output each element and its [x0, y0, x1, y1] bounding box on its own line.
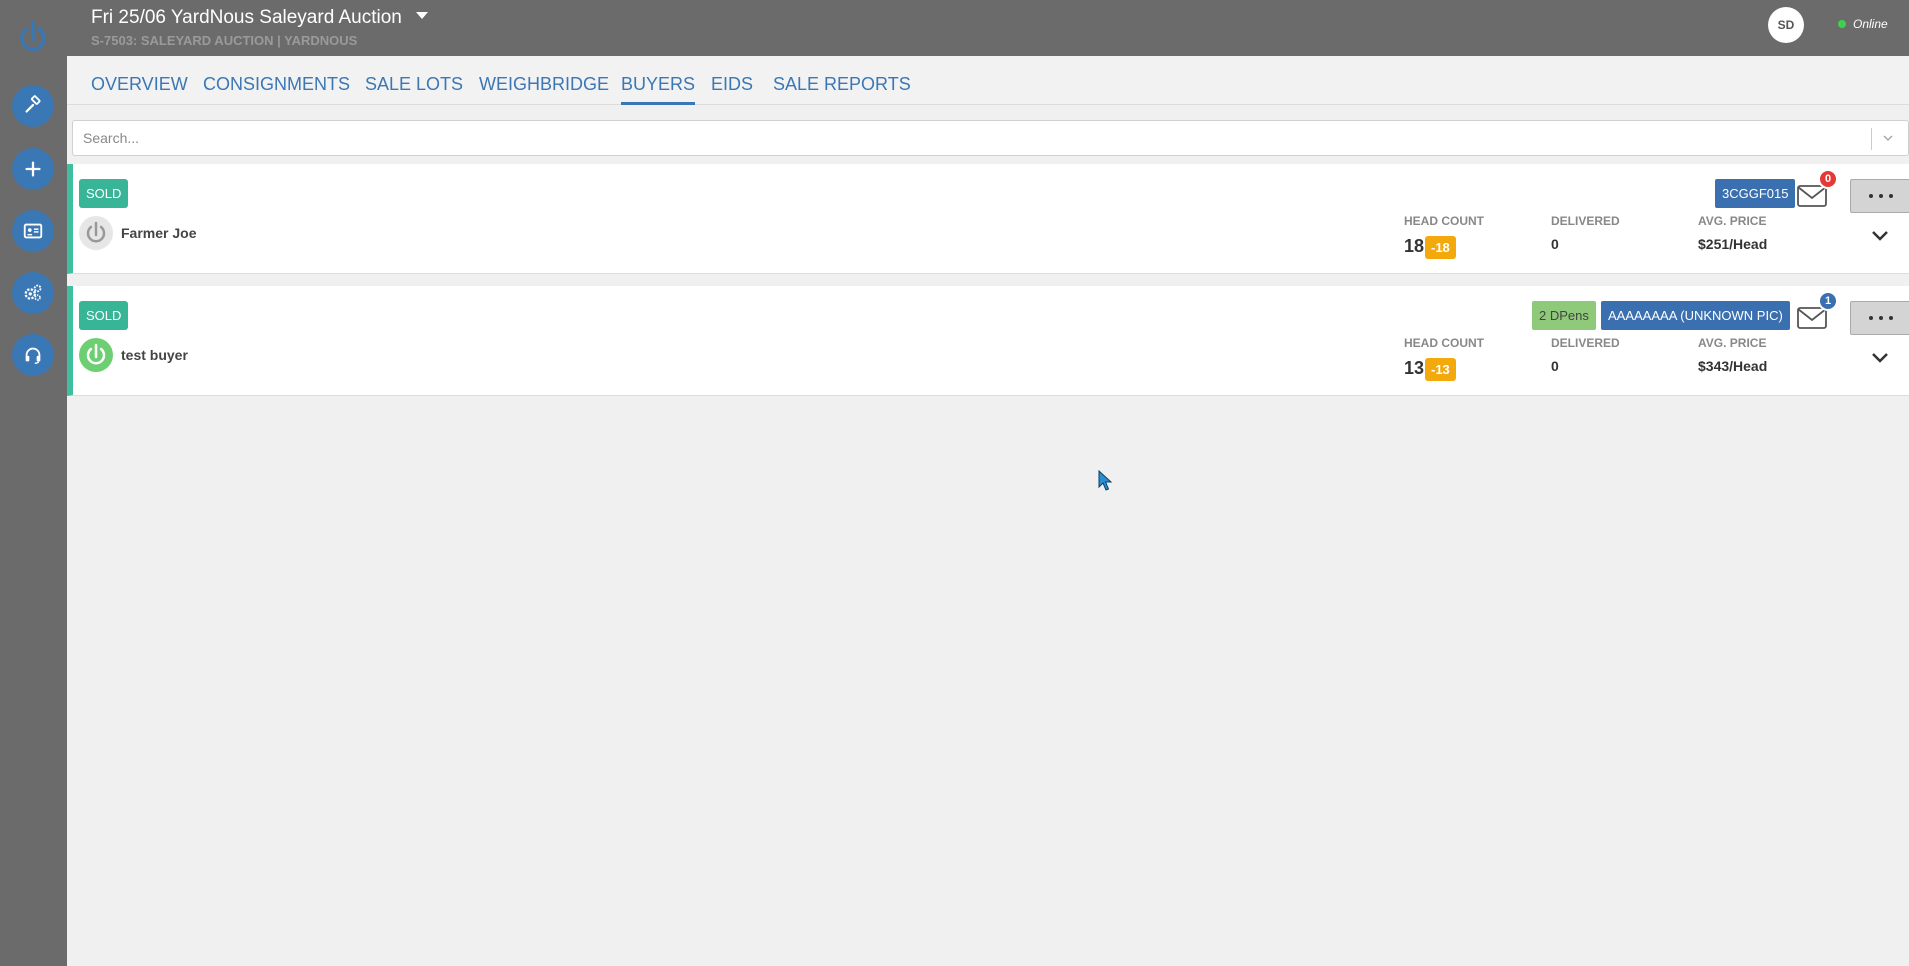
- sidebar: [0, 0, 67, 966]
- buyer-card[interactable]: SOLD test buyer HEAD COUNT 13 -13 DELIVE…: [67, 286, 1909, 396]
- sidebar-item-settings[interactable]: [12, 272, 54, 314]
- sidebar-item-add[interactable]: [12, 148, 54, 190]
- gavel-icon: [25, 95, 41, 113]
- power-logo-icon: [86, 343, 106, 365]
- head-count-value: 18: [1404, 236, 1425, 256]
- tab-buyers[interactable]: BUYERS: [621, 74, 696, 105]
- delivered-label: DELIVERED: [1551, 336, 1620, 350]
- head-count-value: 13: [1404, 358, 1425, 378]
- buyer-avatar: [79, 338, 113, 372]
- delivered-value: 0: [1551, 358, 1559, 374]
- connection-status: Online: [1838, 17, 1888, 31]
- tab-sale-lots[interactable]: SALE LOTS: [365, 74, 463, 102]
- sidebar-item-contacts[interactable]: [12, 210, 54, 252]
- more-actions-button[interactable]: [1850, 301, 1909, 335]
- pic-tag[interactable]: 3CGGF015: [1715, 179, 1796, 208]
- avg-price-value: $343/Head: [1698, 358, 1768, 374]
- delivered-value: 0: [1551, 236, 1559, 252]
- head-count-delta-badge: -13: [1425, 358, 1456, 381]
- user-avatar[interactable]: SD: [1768, 7, 1804, 43]
- sale-subtitle: S-7503: SALEYARD AUCTION | YARDNOUS: [91, 33, 358, 48]
- headset-icon: [25, 347, 41, 364]
- plus-icon: [25, 161, 41, 177]
- connection-status-label: Online: [1853, 17, 1888, 31]
- dot-icon: [1878, 194, 1883, 198]
- buyer-card[interactable]: SOLD Farmer Joe HEAD COUNT 18 -18 DELIVE…: [67, 164, 1909, 274]
- avg-price-label: AVG. PRICE: [1698, 336, 1767, 350]
- sidebar-item-auction[interactable]: [12, 85, 54, 127]
- dot-icon: [1868, 194, 1873, 198]
- avg-price-label: AVG. PRICE: [1698, 214, 1767, 228]
- gears-icon: [24, 284, 42, 301]
- buyer-avatar: [79, 216, 113, 250]
- buyer-name[interactable]: Farmer Joe: [121, 225, 196, 241]
- tab-consignments[interactable]: CONSIGNMENTS: [203, 74, 350, 102]
- head-count-label: HEAD COUNT: [1404, 336, 1484, 350]
- pic-tag[interactable]: AAAAAAAA (UNKNOWN PIC): [1601, 301, 1790, 330]
- search-input[interactable]: [73, 121, 1873, 155]
- expand-chevron-icon[interactable]: [1870, 351, 1890, 365]
- avg-price-value: $251/Head: [1698, 236, 1768, 252]
- status-badge: SOLD: [79, 301, 129, 330]
- id-card-icon: [23, 223, 43, 239]
- search-box: [72, 120, 1909, 156]
- expand-chevron-icon[interactable]: [1870, 229, 1890, 243]
- mail-count-badge: 0: [1818, 169, 1838, 189]
- top-header: Fri 25/06 YardNous Saleyard Auction S-75…: [67, 0, 1909, 56]
- buyer-name[interactable]: test buyer: [121, 347, 188, 363]
- delivered-label: DELIVERED: [1551, 214, 1620, 228]
- chevron-down-icon[interactable]: [1883, 133, 1893, 143]
- dot-icon: [1888, 194, 1893, 198]
- tab-sale-reports[interactable]: SALE REPORTS: [773, 74, 911, 102]
- tab-weighbridge[interactable]: WEIGHBRIDGE: [479, 74, 609, 102]
- search-divider: [1871, 128, 1872, 150]
- power-logo-icon: [86, 221, 106, 243]
- tab-overview[interactable]: OVERVIEW: [91, 74, 188, 102]
- mouse-pointer-icon: [1098, 470, 1113, 491]
- mail-count-badge: 1: [1818, 291, 1838, 311]
- app-logo-icon[interactable]: [18, 20, 48, 54]
- dot-icon: [1868, 316, 1873, 320]
- sale-selector[interactable]: Fri 25/06 YardNous Saleyard Auction: [91, 7, 428, 29]
- dot-icon: [1878, 316, 1883, 320]
- caret-down-icon: [415, 12, 428, 20]
- online-dot-icon: [1838, 20, 1846, 28]
- pens-tag[interactable]: 2 DPens: [1532, 301, 1596, 330]
- more-actions-button[interactable]: [1850, 179, 1909, 213]
- tab-eids[interactable]: EIDS: [711, 74, 753, 102]
- dot-icon: [1888, 316, 1893, 320]
- status-badge: SOLD: [79, 179, 129, 208]
- head-count-label: HEAD COUNT: [1404, 214, 1484, 228]
- section-tabs: OVERVIEW CONSIGNMENTS SALE LOTS WEIGHBRI…: [67, 56, 1909, 105]
- sale-title: Fri 25/06 YardNous Saleyard Auction: [91, 7, 402, 28]
- sidebar-item-support[interactable]: [12, 334, 54, 376]
- head-count-delta-badge: -18: [1425, 236, 1456, 259]
